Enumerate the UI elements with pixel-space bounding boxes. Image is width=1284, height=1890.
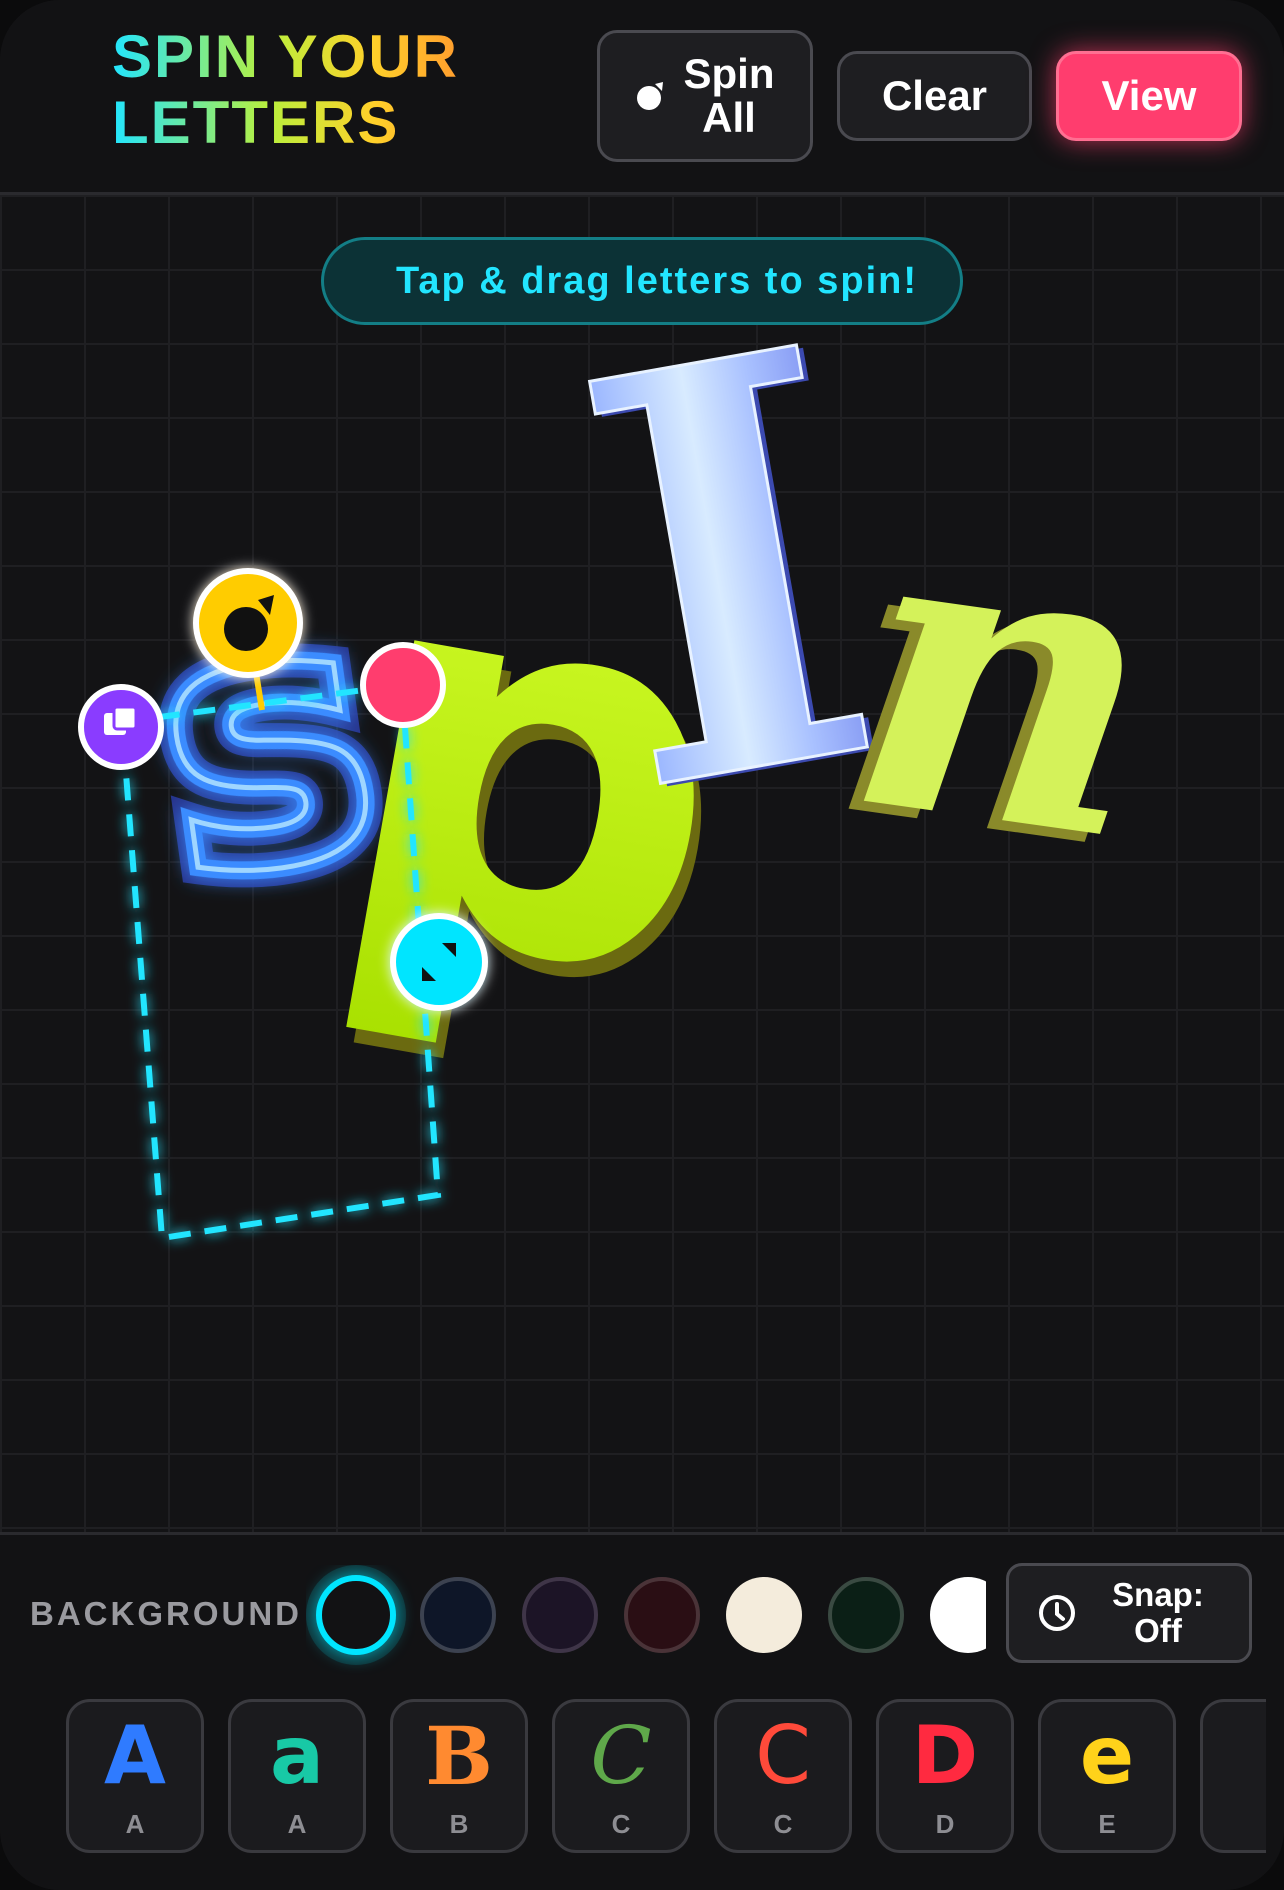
letter-tile-caption: A <box>125 1809 145 1839</box>
letter-tile[interactable]: A A <box>66 1699 204 1853</box>
swatch-dark-selected[interactable] <box>306 1565 406 1665</box>
letter-picker: A A a A B B C C C C D D e E <box>66 1699 1266 1859</box>
snap-label: Snap: Off <box>1083 1577 1233 1649</box>
letter-tile-glyph: D <box>911 1709 979 1802</box>
spin-all-label: Spin All <box>684 52 775 140</box>
duplicate-handle[interactable] <box>78 684 164 770</box>
spin-all-label-line-2: All <box>702 94 756 141</box>
snap-label-line-2: Off <box>1134 1612 1182 1649</box>
letter-tile[interactable]: C C <box>714 1699 852 1853</box>
spin-all-label-line-1: Spin <box>683 50 775 97</box>
title-line-1: SPIN YOUR <box>112 23 459 90</box>
background-swatches <box>306 1565 986 1675</box>
letter-tile-glyph: C <box>755 1709 811 1802</box>
letter-tile-caption: B <box>449 1809 469 1839</box>
clock-icon <box>1039 1595 1075 1631</box>
swatch-plum[interactable] <box>522 1577 598 1653</box>
swatch-navy[interactable] <box>420 1577 496 1653</box>
letter-tile-caption: C <box>773 1809 793 1839</box>
letter-tile-glyph: A <box>104 1709 166 1802</box>
letter-tile-glyph: a <box>270 1709 324 1802</box>
letter-tile[interactable]: C C <box>552 1699 690 1853</box>
background-label: BACKGROUND <box>30 1595 302 1632</box>
snap-toggle-button[interactable]: Snap: Off <box>1006 1563 1252 1663</box>
bottom-panel: BACKGROUND Snap: Off A A a A B B C C C C… <box>0 1532 1284 1890</box>
rotate-handle[interactable] <box>193 568 303 678</box>
letter-tile-partial[interactable] <box>1200 1699 1266 1853</box>
letter-tile-glyph: C <box>590 1709 652 1802</box>
header: SPIN YOUR LETTERS Spin All Clear View <box>0 0 1284 195</box>
letter-tile[interactable]: B B <box>390 1699 528 1853</box>
app-title: SPIN YOUR LETTERS <box>112 24 459 156</box>
spin-all-button[interactable]: Spin All <box>597 30 813 162</box>
clear-button[interactable]: Clear <box>837 51 1032 141</box>
letter-tile[interactable]: D D <box>876 1699 1014 1853</box>
view-button[interactable]: View <box>1056 51 1242 141</box>
resize-handle[interactable] <box>390 913 488 1011</box>
letter-canvas[interactable]: Tap & drag letters to spin! s s s p p I … <box>0 195 1284 1532</box>
delete-handle[interactable] <box>360 642 446 728</box>
spin-icon <box>636 82 663 110</box>
letter-tile[interactable]: e E <box>1038 1699 1176 1853</box>
snap-label-line-1: Snap: <box>1112 1576 1204 1613</box>
letter-tile-caption: A <box>287 1809 307 1839</box>
letter-tile-glyph: e <box>1079 1709 1135 1802</box>
swatch-maroon[interactable] <box>624 1577 700 1653</box>
letter-tile-caption: C <box>611 1809 631 1839</box>
swatch-cream[interactable] <box>726 1577 802 1653</box>
letter-tile-glyph: B <box>425 1709 493 1803</box>
title-line-2: LETTERS <box>112 89 400 156</box>
letter-tile[interactable]: a A <box>228 1699 366 1853</box>
letter-n[interactable]: n n <box>813 424 1182 942</box>
letter-tile-caption: D <box>935 1809 955 1839</box>
letter-stage[interactable]: s s s p p I I n n <box>0 195 1284 1532</box>
swatch-white[interactable] <box>930 1577 986 1653</box>
letter-tile-caption: E <box>1098 1809 1116 1839</box>
app-root: SPIN YOUR LETTERS Spin All Clear View Ta… <box>0 0 1284 1890</box>
swatch-forest[interactable] <box>828 1577 904 1653</box>
